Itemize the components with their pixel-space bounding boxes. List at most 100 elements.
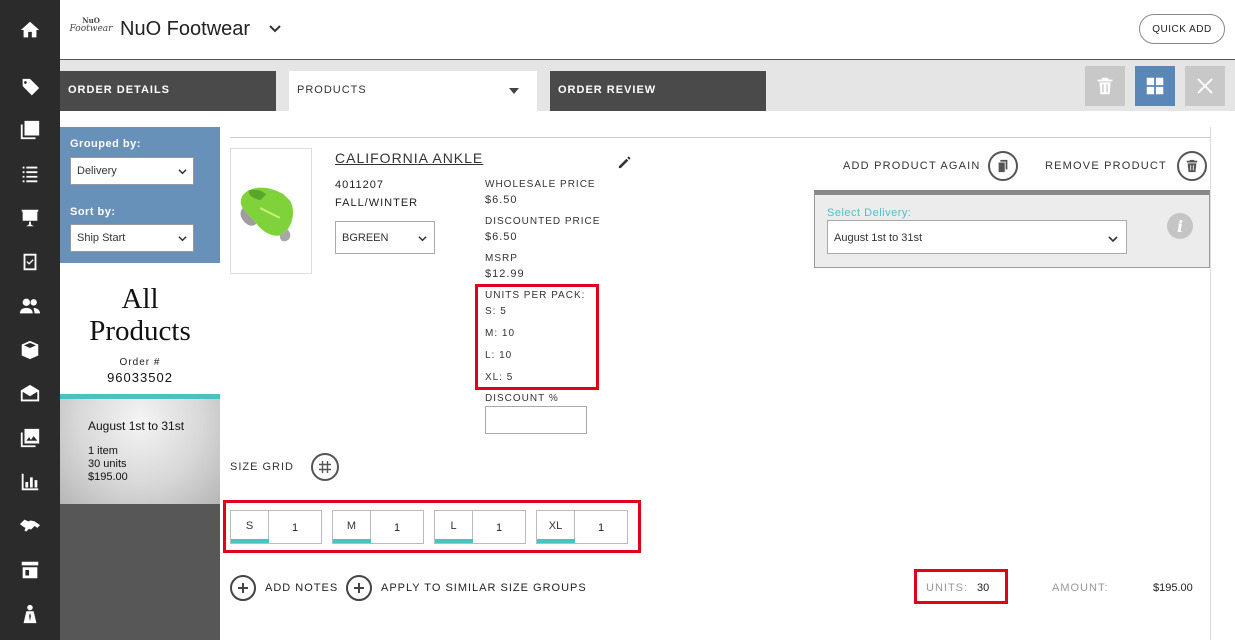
envelope-icon[interactable] xyxy=(0,372,60,416)
chevron-down-icon xyxy=(1108,236,1118,243)
brand-name[interactable]: NuO Footwear xyxy=(120,18,250,41)
size-qty-input[interactable]: 1 xyxy=(473,511,525,543)
tab-order-review[interactable]: ORDER REVIEW xyxy=(550,71,766,111)
delivery-group-total: $195.00 xyxy=(88,471,128,483)
apply-similar-button[interactable] xyxy=(346,575,372,601)
size-cell[interactable]: L 1 xyxy=(434,510,526,544)
product-sku: 4011207 xyxy=(335,179,385,191)
presentation-icon[interactable] xyxy=(0,196,60,240)
list-icon[interactable] xyxy=(0,152,60,196)
size-qty-input[interactable]: 1 xyxy=(575,511,627,543)
delivery-group-units: 30 units xyxy=(88,458,127,470)
chevron-down-icon xyxy=(178,169,187,175)
add-notes-button[interactable] xyxy=(230,575,256,601)
chevron-down-icon xyxy=(178,236,187,242)
delivery-value: August 1st to 31st xyxy=(834,232,923,244)
size-indicator xyxy=(231,539,269,543)
checklist-icon[interactable] xyxy=(0,240,60,284)
sales-rep-icon[interactable] xyxy=(0,592,60,636)
content-divider xyxy=(230,137,1210,138)
delivery-group-card[interactable]: August 1st to 31st 1 item 30 units $195.… xyxy=(60,399,220,504)
remove-product-label[interactable]: REMOVE PRODUCT xyxy=(1045,160,1167,172)
add-notes-label[interactable]: ADD NOTES xyxy=(265,582,338,594)
discounted-price-value: $6.50 xyxy=(485,231,518,243)
product-season: FALL/WINTER xyxy=(335,197,419,209)
info-icon[interactable]: i xyxy=(1167,213,1193,239)
tag-icon[interactable] xyxy=(0,66,60,110)
top-header: NuO Footwear NuO Footwear QUICK ADD xyxy=(60,0,1235,60)
home-icon[interactable] xyxy=(0,8,60,52)
delivery-select[interactable]: August 1st to 31st xyxy=(827,220,1127,254)
close-button[interactable] xyxy=(1185,66,1225,106)
customers-icon[interactable] xyxy=(0,284,60,328)
amount-label: AMOUNT: xyxy=(1052,582,1109,594)
msrp-label: MSRP xyxy=(485,253,518,264)
units-per-pack-m: M: 10 xyxy=(485,328,516,339)
wholesale-price-value: $6.50 xyxy=(485,194,518,206)
quick-add-button[interactable]: QUICK ADD xyxy=(1139,14,1225,44)
remove-product-button[interactable] xyxy=(1177,151,1207,181)
plus-icon xyxy=(354,583,364,593)
discount-label: DISCOUNT % xyxy=(485,393,559,404)
delete-order-button[interactable] xyxy=(1085,66,1125,106)
units-label: UNITS: xyxy=(926,582,969,594)
units-per-pack-l: L: 10 xyxy=(485,350,513,361)
color-select[interactable]: BGREEN xyxy=(335,221,435,254)
size-label: L xyxy=(435,511,473,542)
tab-products-label: PRODUCTS xyxy=(297,84,367,96)
units-value: 30 xyxy=(977,582,990,594)
product-thumbnail[interactable] xyxy=(230,148,312,274)
plus-icon xyxy=(238,583,248,593)
wholesale-price-label: WHOLESALE PRICE xyxy=(485,179,596,190)
size-indicator xyxy=(333,539,371,543)
tab-strip: ORDER DETAILS PRODUCTS ORDER REVIEW xyxy=(60,60,1235,111)
sidebar-empty-area xyxy=(60,504,220,640)
color-value: BGREEN xyxy=(342,232,389,244)
units-per-pack-s: S: 5 xyxy=(485,306,507,317)
size-qty-input[interactable]: 1 xyxy=(269,511,321,543)
size-qty-input[interactable]: 1 xyxy=(371,511,423,543)
amount-value: $195.00 xyxy=(1153,582,1193,594)
product-name-link[interactable]: CALIFORNIA ANKLE xyxy=(335,150,483,166)
discounted-price-label: DISCOUNTED PRICE xyxy=(485,216,601,227)
grid-icon xyxy=(319,461,331,473)
delivery-group-items: 1 item xyxy=(88,445,118,457)
brand-logo: NuO Footwear xyxy=(69,16,113,34)
size-indicator xyxy=(537,539,575,543)
images-icon[interactable] xyxy=(0,416,60,460)
store-icon[interactable] xyxy=(0,548,60,592)
grouped-by-select[interactable]: Delivery xyxy=(70,157,194,185)
tab-order-details[interactable]: ORDER DETAILS xyxy=(60,71,276,111)
catalog-icon[interactable] xyxy=(0,108,60,152)
select-delivery-label: Select Delivery: xyxy=(827,207,912,219)
copy-icon xyxy=(998,159,1008,173)
box-icon[interactable] xyxy=(0,328,60,372)
sort-by-value: Ship Start xyxy=(77,232,126,244)
add-product-again-button[interactable] xyxy=(988,151,1018,181)
order-number-label: Order # xyxy=(119,357,161,368)
tab-products[interactable]: PRODUCTS xyxy=(289,71,537,111)
size-label: S xyxy=(231,511,269,542)
tab-dropdown-caret-icon[interactable] xyxy=(509,88,519,94)
sidebar-filters: Grouped by: Delivery Sort by: Ship Start xyxy=(60,127,220,263)
brand-dropdown-chevron-icon[interactable] xyxy=(268,22,282,36)
size-grid-button[interactable] xyxy=(311,453,339,481)
chevron-down-icon xyxy=(418,236,427,242)
grid-view-button[interactable] xyxy=(1135,66,1175,106)
grouped-by-value: Delivery xyxy=(77,165,117,177)
add-product-again-label[interactable]: ADD PRODUCT AGAIN xyxy=(843,160,981,172)
sidebar-order-summary: All Products Order # 96033502 xyxy=(60,263,220,393)
order-number: 96033502 xyxy=(107,370,173,385)
size-cell[interactable]: M 1 xyxy=(332,510,424,544)
size-cell[interactable]: XL 1 xyxy=(536,510,628,544)
size-cell[interactable]: S 1 xyxy=(230,510,322,544)
apply-similar-label[interactable]: APPLY TO SIMILAR SIZE GROUPS xyxy=(381,582,587,594)
sort-by-select[interactable]: Ship Start xyxy=(70,224,194,252)
discount-input[interactable] xyxy=(485,406,587,434)
edit-pencil-icon[interactable] xyxy=(617,155,632,170)
trash-icon xyxy=(1186,159,1198,173)
units-per-pack-xl: XL: 5 xyxy=(485,372,514,383)
reports-icon[interactable] xyxy=(0,460,60,504)
handshake-icon[interactable] xyxy=(0,504,60,548)
size-label: M xyxy=(333,511,371,542)
